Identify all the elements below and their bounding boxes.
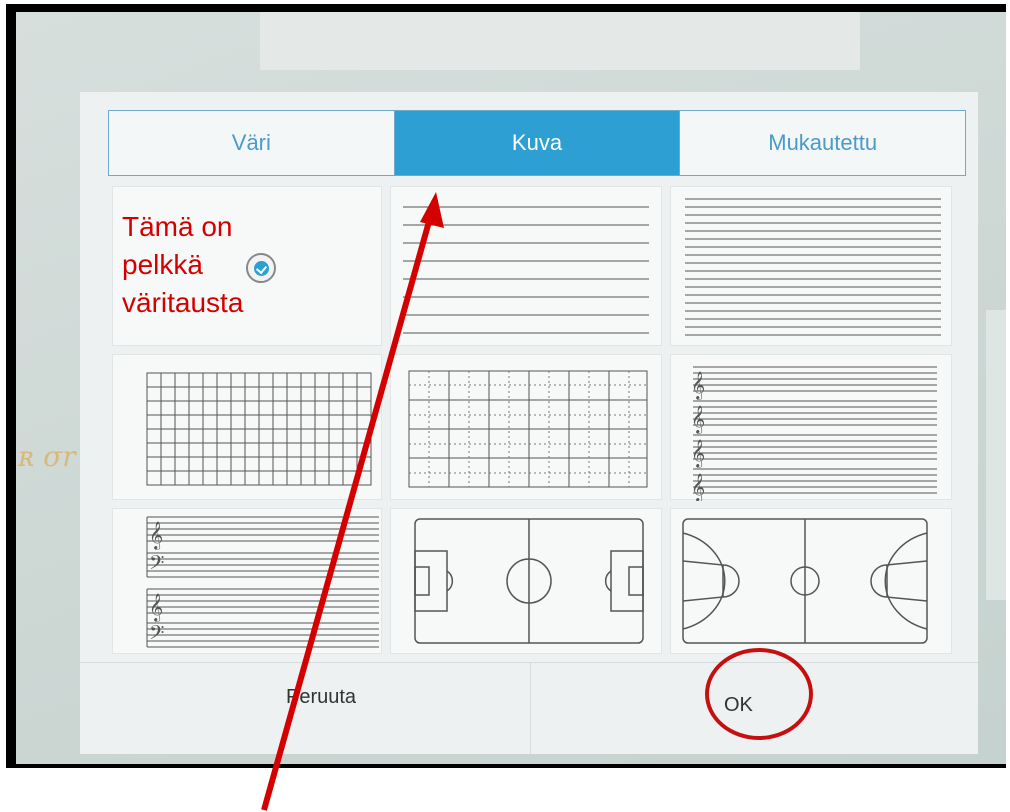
annotation-arrow-icon (261, 192, 444, 811)
